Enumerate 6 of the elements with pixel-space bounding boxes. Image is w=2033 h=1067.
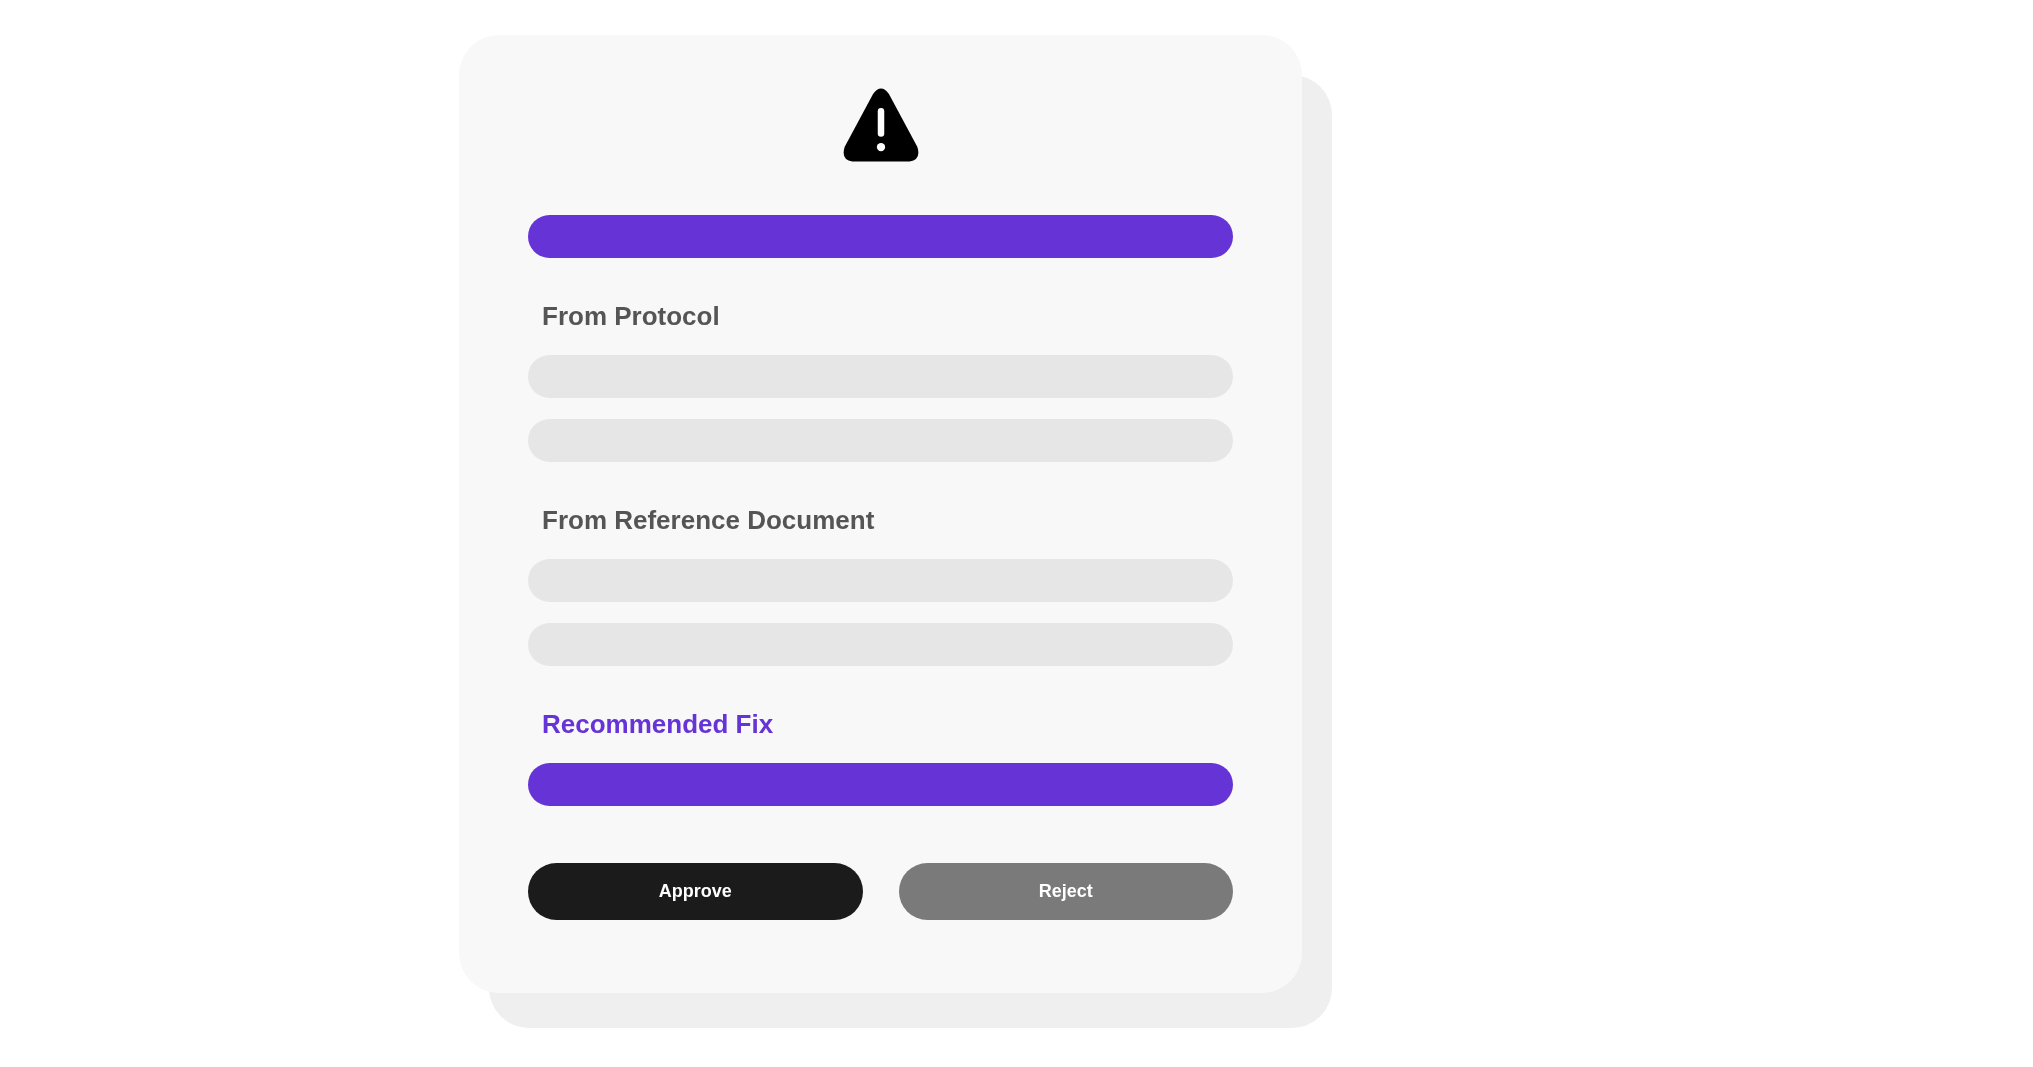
warning-icon [841, 87, 920, 163]
section-heading: From Protocol [541, 300, 721, 332]
approve-button[interactable]: Approve [528, 863, 863, 920]
section-heading: Recommended Fix [541, 708, 775, 740]
reject-button[interactable]: Reject [898, 863, 1233, 920]
section-heading: From Reference Document [541, 504, 876, 536]
